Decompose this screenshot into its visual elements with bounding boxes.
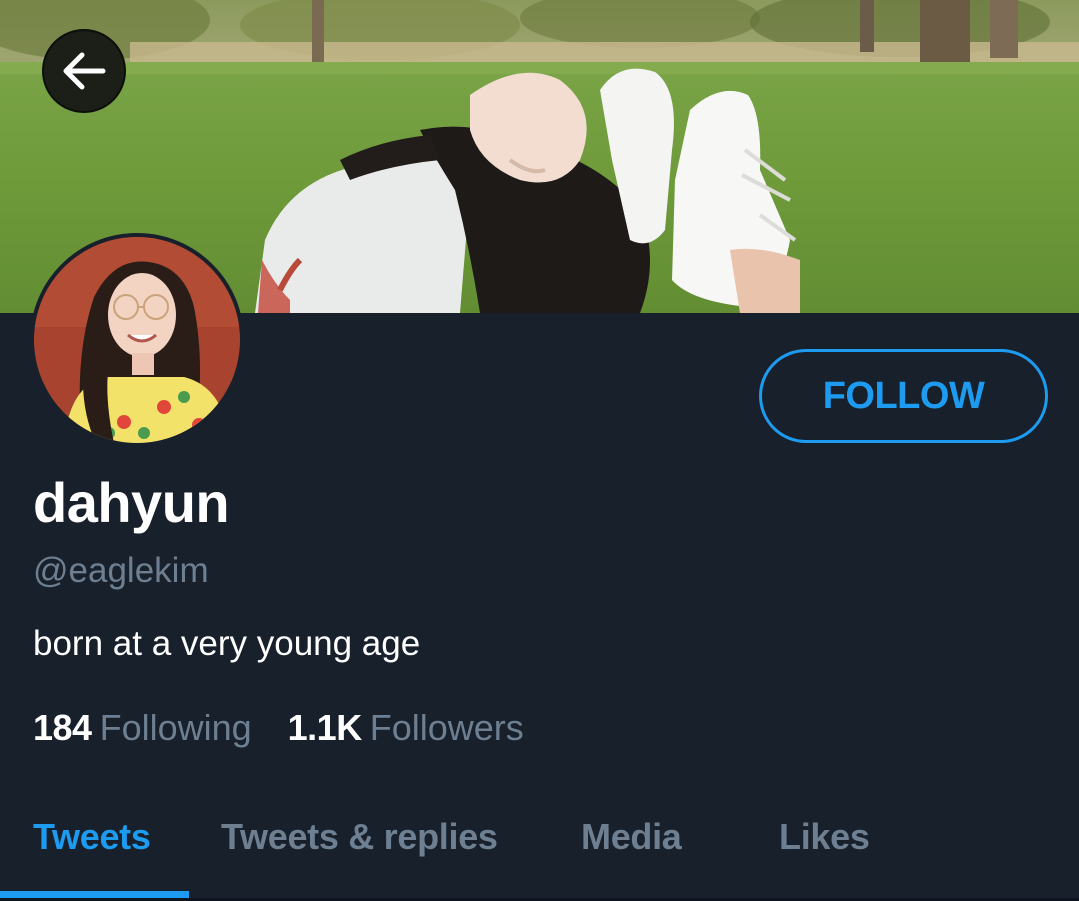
profile-page: FOLLOW dahyun @eaglekim born at a very y… <box>0 0 1079 901</box>
tab-tweets-and-replies[interactable]: Tweets & replies <box>221 813 498 861</box>
back-arrow-icon <box>63 52 106 90</box>
bio: born at a very young age <box>33 624 421 663</box>
profile-stats: 184 Following 1.1K Followers <box>33 706 524 750</box>
profile-tabs: Tweets Tweets & replies Media Likes <box>0 785 1079 901</box>
username-handle: @eaglekim <box>33 551 209 590</box>
following-stat[interactable]: 184 Following <box>33 706 252 750</box>
followers-count: 1.1K <box>287 707 363 748</box>
tab-likes[interactable]: Likes <box>779 813 870 861</box>
following-label: Following <box>99 707 252 748</box>
display-name: dahyun <box>33 471 230 534</box>
active-tab-indicator <box>0 891 189 898</box>
followers-label: Followers <box>369 707 524 748</box>
back-button[interactable] <box>42 29 126 113</box>
follow-button[interactable]: FOLLOW <box>759 349 1048 443</box>
following-count: 184 <box>33 707 92 748</box>
avatar[interactable] <box>30 233 244 447</box>
tab-tweets[interactable]: Tweets <box>33 813 151 861</box>
tab-media[interactable]: Media <box>581 813 682 861</box>
avatar-image <box>34 237 240 443</box>
followers-stat[interactable]: 1.1K Followers <box>288 706 524 750</box>
